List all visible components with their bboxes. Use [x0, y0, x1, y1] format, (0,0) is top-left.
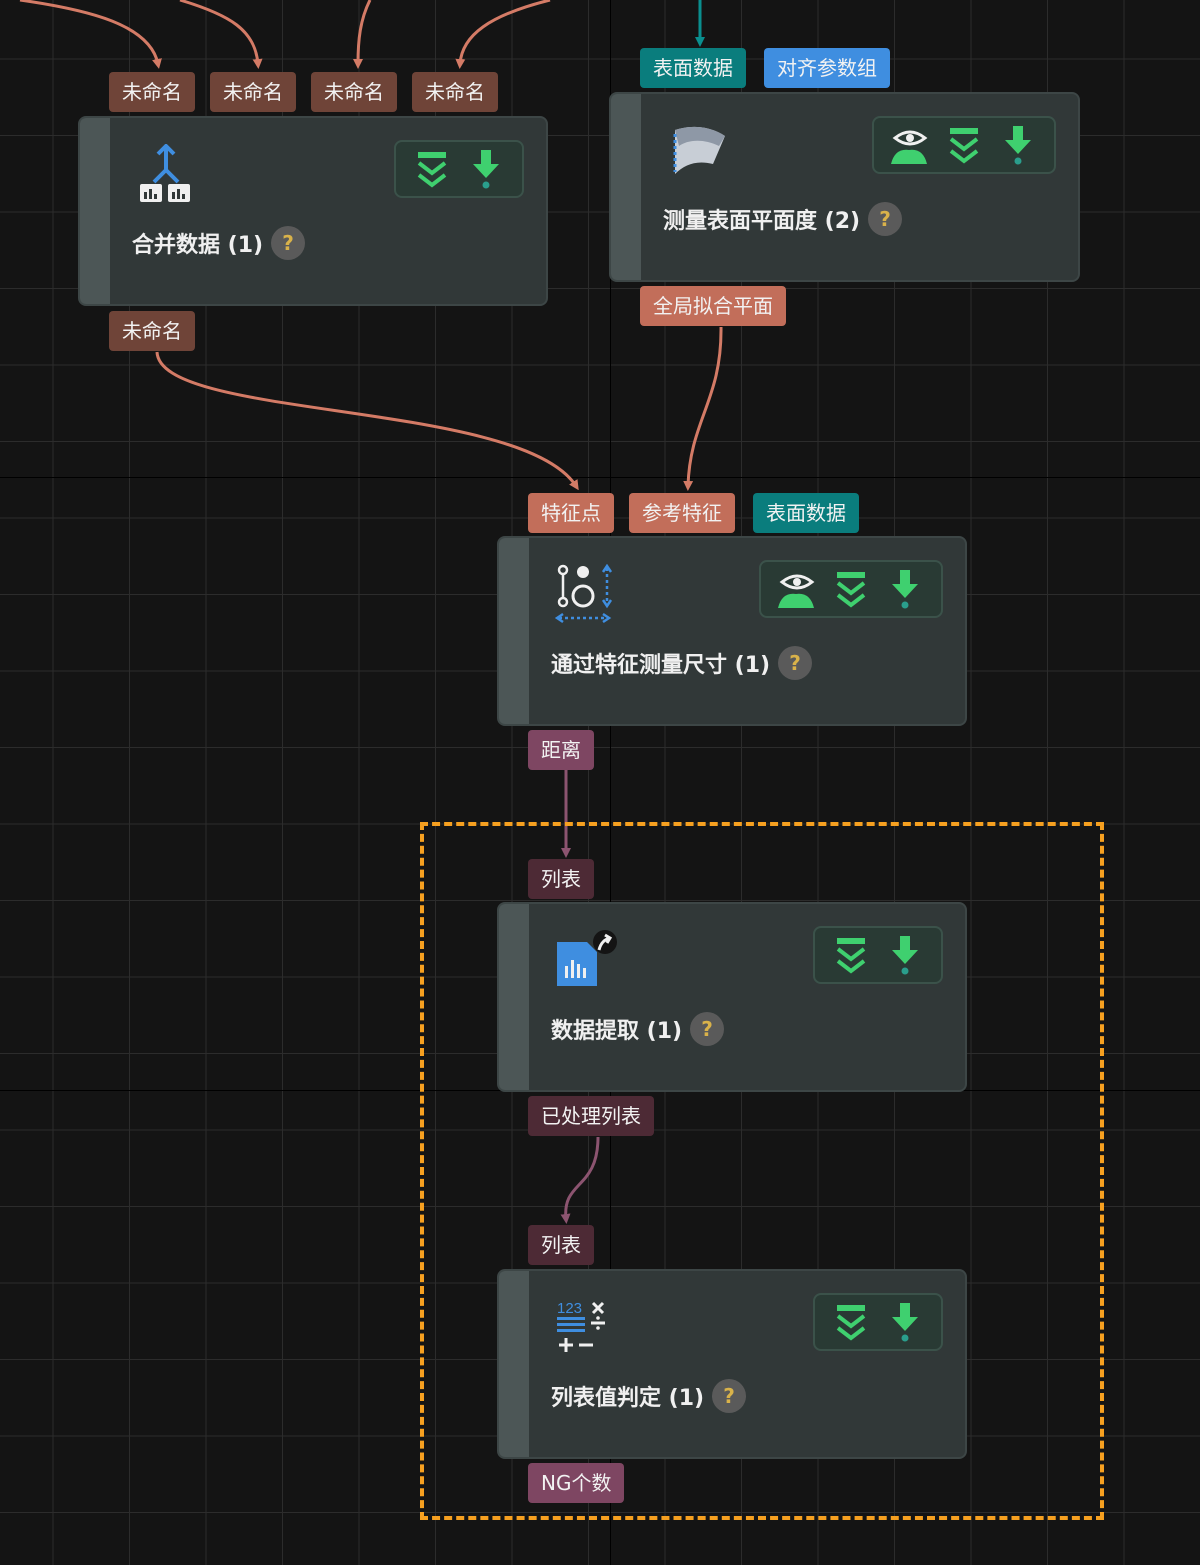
- node-drag-strip[interactable]: [499, 1271, 529, 1457]
- judge-node-title: 列表值判定 (1) ?: [551, 1379, 747, 1413]
- node-drag-strip[interactable]: [80, 118, 110, 304]
- node-drag-strip[interactable]: [499, 904, 529, 1090]
- help-icon[interactable]: ?: [271, 226, 306, 260]
- icon-number-text: 123: [557, 1300, 582, 1317]
- node-title-text: 合并数据 (1): [132, 233, 264, 258]
- help-icon[interactable]: ?: [778, 646, 813, 680]
- download-icon[interactable]: [881, 932, 929, 978]
- extract-node-title: 数据提取 (1) ?: [551, 1012, 725, 1046]
- merge-input-port-2[interactable]: 未命名: [210, 72, 296, 112]
- merge-output-port[interactable]: 未命名: [109, 311, 195, 351]
- node-drag-strip[interactable]: [499, 538, 529, 724]
- judge-node-toolbar: [813, 1293, 943, 1351]
- merge-input-port-1[interactable]: 未命名: [109, 72, 195, 112]
- surface-flatness-node[interactable]: 测量表面平面度 (2) ?: [609, 92, 1080, 282]
- help-icon[interactable]: ?: [690, 1012, 725, 1046]
- flatness-node-toolbar: [872, 116, 1056, 174]
- extract-output-processed-list[interactable]: 已处理列表: [528, 1096, 654, 1136]
- surface-flatness-icon: [667, 120, 727, 180]
- list-value-judge-node[interactable]: 123 列表值判定 (1) ?: [497, 1269, 967, 1459]
- flatness-input-alignment[interactable]: 对齐参数组: [764, 48, 890, 88]
- measure-node-toolbar: [759, 560, 943, 618]
- step-over-icon[interactable]: [827, 566, 875, 612]
- data-extract-node[interactable]: 数据提取 (1) ?: [497, 902, 967, 1092]
- feature-measure-node[interactable]: 通过特征测量尺寸 (1) ?: [497, 536, 967, 726]
- step-over-icon[interactable]: [827, 1299, 875, 1345]
- list-value-judge-icon: 123: [555, 1297, 615, 1357]
- measure-node-title: 通过特征测量尺寸 (1) ?: [551, 646, 813, 680]
- flatness-node-title: 测量表面平面度 (2) ?: [663, 202, 903, 236]
- merge-input-port-3[interactable]: 未命名: [311, 72, 397, 112]
- feature-measure-icon: [554, 563, 615, 624]
- wire-merge-to-feature-point: [155, 351, 579, 491]
- visualize-icon[interactable]: [773, 566, 821, 612]
- node-title-text: 列表值判定 (1): [551, 1386, 705, 1411]
- flatness-input-surface-data[interactable]: 表面数据: [640, 48, 746, 88]
- step-over-icon[interactable]: [827, 932, 875, 978]
- wire-input-2: [179, 0, 263, 69]
- download-icon[interactable]: [881, 1299, 929, 1345]
- step-over-icon[interactable]: [940, 122, 988, 168]
- measure-output-distance[interactable]: 距离: [528, 730, 594, 770]
- step-over-icon[interactable]: [408, 146, 456, 192]
- help-icon[interactable]: ?: [868, 202, 903, 236]
- merge-data-node[interactable]: 合并数据 (1) ?: [78, 116, 548, 306]
- download-icon[interactable]: [881, 566, 929, 612]
- judge-input-list[interactable]: 列表: [528, 1225, 594, 1265]
- measure-input-feature-point[interactable]: 特征点: [528, 493, 614, 533]
- node-title-text: 测量表面平面度 (2): [663, 209, 861, 234]
- merge-node-title: 合并数据 (1) ?: [132, 226, 306, 260]
- merge-data-icon: [136, 143, 196, 204]
- extract-node-toolbar: [813, 926, 943, 984]
- download-icon[interactable]: [462, 146, 510, 192]
- judge-output-ng-count[interactable]: NG个数: [528, 1463, 625, 1503]
- extract-input-list[interactable]: 列表: [528, 859, 594, 899]
- help-icon[interactable]: ?: [712, 1379, 747, 1413]
- merge-node-toolbar: [394, 140, 524, 198]
- flatness-output-global-plane[interactable]: 全局拟合平面: [640, 286, 786, 326]
- node-title-text: 数据提取 (1): [551, 1019, 683, 1044]
- measure-input-surface-data[interactable]: 表面数据: [753, 493, 859, 533]
- wire-input-4: [455, 0, 551, 69]
- measure-input-reference-feature[interactable]: 参考特征: [629, 493, 735, 533]
- node-title-text: 通过特征测量尺寸 (1): [551, 653, 771, 678]
- wire-plane-to-reference: [683, 326, 723, 491]
- wire-input-3: [353, 0, 372, 69]
- node-drag-strip[interactable]: [611, 94, 641, 280]
- wire-processed-to-list: [560, 1136, 600, 1224]
- merge-input-port-4[interactable]: 未命名: [412, 72, 498, 112]
- download-icon[interactable]: [994, 122, 1042, 168]
- wire-input-1: [19, 0, 162, 69]
- visualize-icon[interactable]: [886, 122, 934, 168]
- data-extract-icon: [555, 930, 617, 990]
